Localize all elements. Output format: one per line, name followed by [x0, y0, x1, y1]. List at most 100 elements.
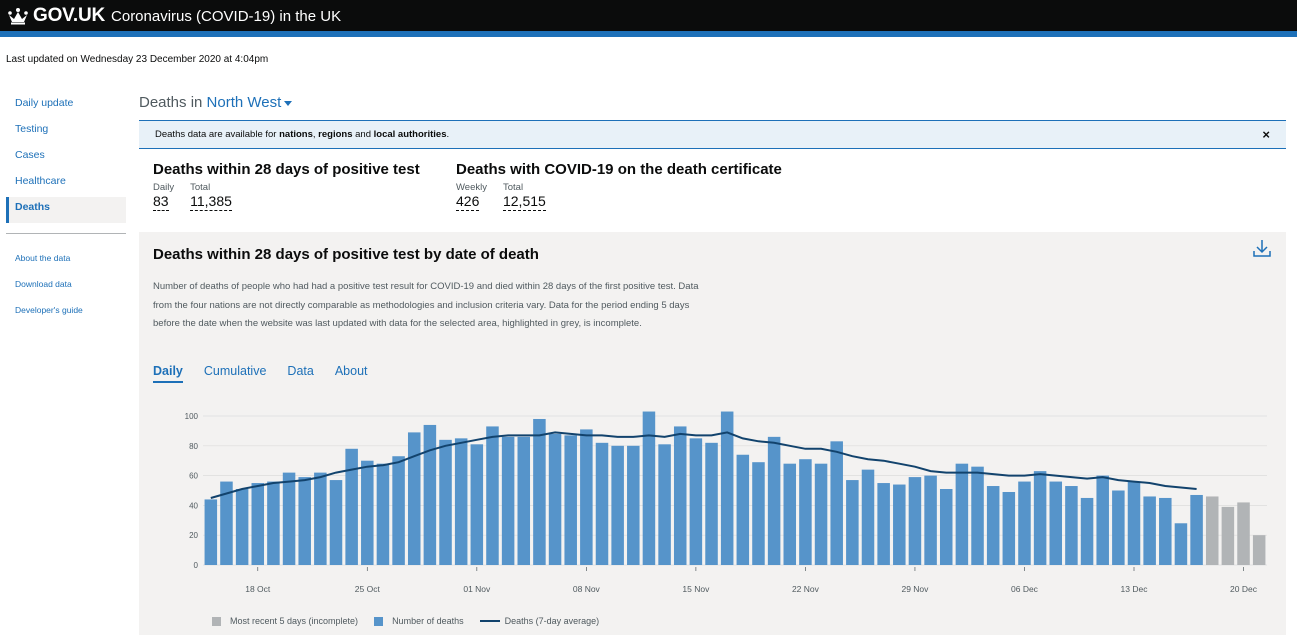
legend-item-deaths: Number of deaths — [374, 616, 464, 626]
tab-data[interactable]: Data — [287, 364, 313, 383]
metric-value[interactable]: 426 — [456, 193, 480, 211]
legend-item-incomplete: Most recent 5 days (incomplete) — [212, 616, 358, 626]
bar — [673, 426, 687, 565]
legend-swatch — [374, 616, 384, 626]
bar — [580, 429, 593, 565]
metric-label: Total — [190, 182, 211, 193]
bar — [298, 477, 311, 565]
last-updated: Last updated on Wednesday 23 December 20… — [6, 54, 269, 65]
bar — [893, 484, 906, 565]
bar — [658, 444, 671, 565]
bar — [1065, 486, 1078, 565]
bar — [470, 444, 484, 565]
x-tick-label: 25 Oct — [355, 584, 381, 594]
chart-tabs: Daily Cumulative Data About — [153, 364, 389, 383]
metric-value[interactable]: 12,515 — [502, 193, 546, 211]
y-tick-label: 80 — [189, 442, 198, 451]
x-tick-label: 08 Nov — [573, 584, 601, 594]
link-nations[interactable]: nations — [279, 129, 313, 140]
bar — [1252, 535, 1266, 565]
metric-daily: Daily 83 — [153, 182, 174, 211]
sidebar-nav: Daily update Testing Cases Healthcare De… — [6, 93, 126, 326]
metric-value[interactable]: 83 — [153, 193, 169, 211]
average-line — [210, 431, 1197, 499]
brand[interactable]: GOV.UK Coronavirus (COVID-19) in the UK — [6, 5, 341, 27]
legend-swatch — [212, 616, 221, 626]
bar — [986, 486, 1000, 565]
sidebar-item-cases[interactable]: Cases — [6, 145, 126, 171]
bar — [752, 462, 765, 565]
bar — [767, 436, 781, 565]
sidebar-item-healthcare[interactable]: Healthcare — [6, 171, 126, 197]
x-tick-label: 15 Nov — [682, 584, 710, 594]
bar — [533, 418, 546, 565]
download-icon[interactable] — [1252, 238, 1272, 258]
y-tick-label: 60 — [189, 472, 198, 481]
card-description: Number of deaths of people who had had a… — [153, 281, 699, 329]
bar — [799, 459, 812, 565]
bar — [486, 426, 499, 565]
metric-value[interactable]: 11,385 — [190, 193, 232, 211]
link-local-authorities[interactable]: local authorities — [374, 129, 447, 140]
region-name: North West — [206, 94, 282, 111]
header-bar: GOV.UK Coronavirus (COVID-19) in the UK — [0, 0, 1297, 31]
sidebar-item-daily-update[interactable]: Daily update — [6, 93, 126, 119]
bar — [627, 445, 640, 565]
metric-total: Total 11,385 — [190, 182, 232, 211]
close-icon[interactable]: × — [1262, 127, 1270, 142]
tab-about[interactable]: About — [335, 364, 368, 383]
notice-text: Deaths data are available for nations, r… — [155, 129, 449, 140]
bar — [1190, 494, 1203, 565]
bar — [705, 442, 718, 565]
bar — [423, 424, 437, 565]
bar — [407, 432, 421, 565]
y-tick-label: 0 — [194, 561, 199, 570]
bar — [924, 475, 937, 565]
bar — [595, 442, 609, 565]
bar — [282, 472, 296, 565]
tab-daily[interactable]: Daily — [153, 364, 183, 383]
bar — [783, 463, 797, 565]
x-tick-label: 20 Dec — [1230, 584, 1258, 594]
tab-cumulative[interactable]: Cumulative — [204, 364, 267, 383]
bar — [501, 436, 515, 565]
sidebar-item-download-data[interactable]: Download data — [6, 274, 126, 300]
bar — [1080, 497, 1094, 565]
bar — [1049, 481, 1063, 565]
region-selector[interactable]: North West — [207, 94, 293, 111]
bar — [955, 463, 969, 565]
metric-label: Weekly — [456, 182, 487, 193]
bar — [564, 435, 577, 565]
bar — [846, 480, 859, 565]
bar — [1159, 497, 1172, 565]
bar — [454, 438, 468, 565]
sidebar-item-developers-guide[interactable]: Developer's guide — [6, 300, 126, 326]
sidebar-item-deaths[interactable]: Deaths — [6, 197, 126, 223]
notice-text-part: and — [352, 129, 374, 140]
bar — [689, 438, 703, 565]
crown-icon — [8, 8, 28, 25]
bar — [1002, 491, 1016, 565]
link-regions[interactable]: regions — [318, 129, 352, 140]
notice-text-part: Deaths data are available for — [155, 129, 280, 140]
bar — [939, 489, 953, 565]
bar — [314, 472, 327, 565]
x-tick-label: 01 Nov — [463, 584, 491, 594]
x-tick-label: 18 Oct — [245, 584, 271, 594]
bar — [814, 463, 828, 565]
page-title: Deaths in North West — [139, 94, 293, 111]
metric-total: Total 12,515 — [502, 182, 546, 211]
bar — [392, 456, 405, 565]
sidebar-item-about-the-data[interactable]: About the data — [6, 248, 126, 274]
sidebar-item-testing[interactable]: Testing — [6, 119, 126, 145]
card-title: Deaths within 28 days of positive test b… — [153, 246, 539, 263]
deaths-bar-chart: 0 20 40 60 80 100 18 Oct 25 Oct 01 Nov 08 Nov 15 N… — [185, 411, 1267, 594]
bar — [251, 483, 265, 565]
y-tick-label: 100 — [185, 412, 199, 421]
headline-death-certificate: Deaths with COVID-19 on the death certif… — [456, 161, 782, 211]
site-title: Coronavirus (COVID-19) in the UK — [111, 7, 342, 25]
bar — [1018, 481, 1031, 565]
bar — [204, 499, 218, 565]
bar — [235, 489, 249, 565]
x-tick-label: 13 Dec — [1121, 584, 1149, 594]
